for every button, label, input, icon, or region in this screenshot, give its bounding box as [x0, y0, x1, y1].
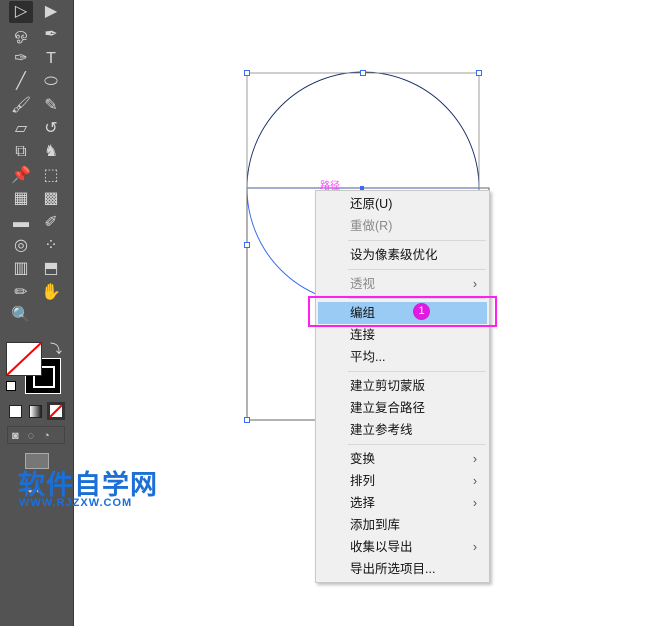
menu-item[interactable]: 添加到库: [318, 514, 487, 536]
menu-item[interactable]: 选择 ›: [318, 492, 487, 514]
context-menu: 还原(U) 重做(R) 设为像素级优化 透视 › 编组 连接 平均... 建立剪切蒙版 建立复合路…: [315, 190, 490, 583]
submenu-arrow-icon: ›: [472, 277, 477, 291]
submenu-arrow-icon: ›: [472, 496, 477, 510]
menu-item-label: 重做(R): [350, 219, 393, 233]
menu-item-label: 还原(U): [350, 197, 393, 211]
submenu-arrow-icon: ›: [472, 540, 477, 554]
menu-item-label: 导出所选项目...: [350, 562, 436, 576]
menu-item-label: 透视: [350, 277, 376, 291]
menu-item[interactable]: 建立参考线: [318, 419, 487, 441]
menu-item[interactable]: 透视 ›: [318, 273, 487, 295]
menu-item-label: 建立剪切蒙版: [350, 379, 426, 393]
menu-separator: [348, 269, 486, 270]
menu-item[interactable]: 连接: [318, 324, 487, 346]
menu-item-label: 排列: [350, 474, 376, 488]
menu-item[interactable]: 建立复合路径: [318, 397, 487, 419]
menu-item[interactable]: 还原(U): [318, 193, 487, 215]
menu-item-label: 收集以导出: [350, 540, 413, 554]
menu-item[interactable]: 变换 ›: [318, 448, 487, 470]
step-badge: 1: [413, 303, 430, 320]
menu-item[interactable]: 导出所选项目...: [318, 558, 487, 580]
menu-item-label: 变换: [350, 452, 376, 466]
menu-item-label: 选择: [350, 496, 376, 510]
bounding-box: [246, 72, 480, 189]
menu-separator: [348, 240, 486, 241]
circle-outline: [246, 71, 480, 189]
menu-item[interactable]: 收集以导出 ›: [318, 536, 487, 558]
submenu-arrow-icon: ›: [472, 452, 477, 466]
menu-separator: [348, 444, 486, 445]
menu-item[interactable]: 排列 ›: [318, 470, 487, 492]
menu-item[interactable]: 建立剪切蒙版: [318, 375, 487, 397]
menu-item-label: 建立复合路径: [350, 401, 426, 415]
watermark-url: WWW.RJZXW.COM: [19, 497, 133, 509]
menu-item[interactable]: 设为像素级优化: [318, 244, 487, 266]
menu-item-label: 建立参考线: [350, 423, 413, 437]
menu-item-label: 添加到库: [350, 518, 401, 532]
submenu-arrow-icon: ›: [472, 474, 477, 488]
menu-separator: [348, 371, 486, 372]
menu-item-label: 连接: [350, 328, 376, 342]
menu-item[interactable]: 重做(R): [318, 215, 487, 237]
menu-item[interactable]: 平均...: [318, 346, 487, 368]
menu-item-label: 设为像素级优化: [350, 248, 438, 262]
highlight-box: [308, 296, 497, 327]
menu-item-label: 平均...: [350, 350, 386, 364]
